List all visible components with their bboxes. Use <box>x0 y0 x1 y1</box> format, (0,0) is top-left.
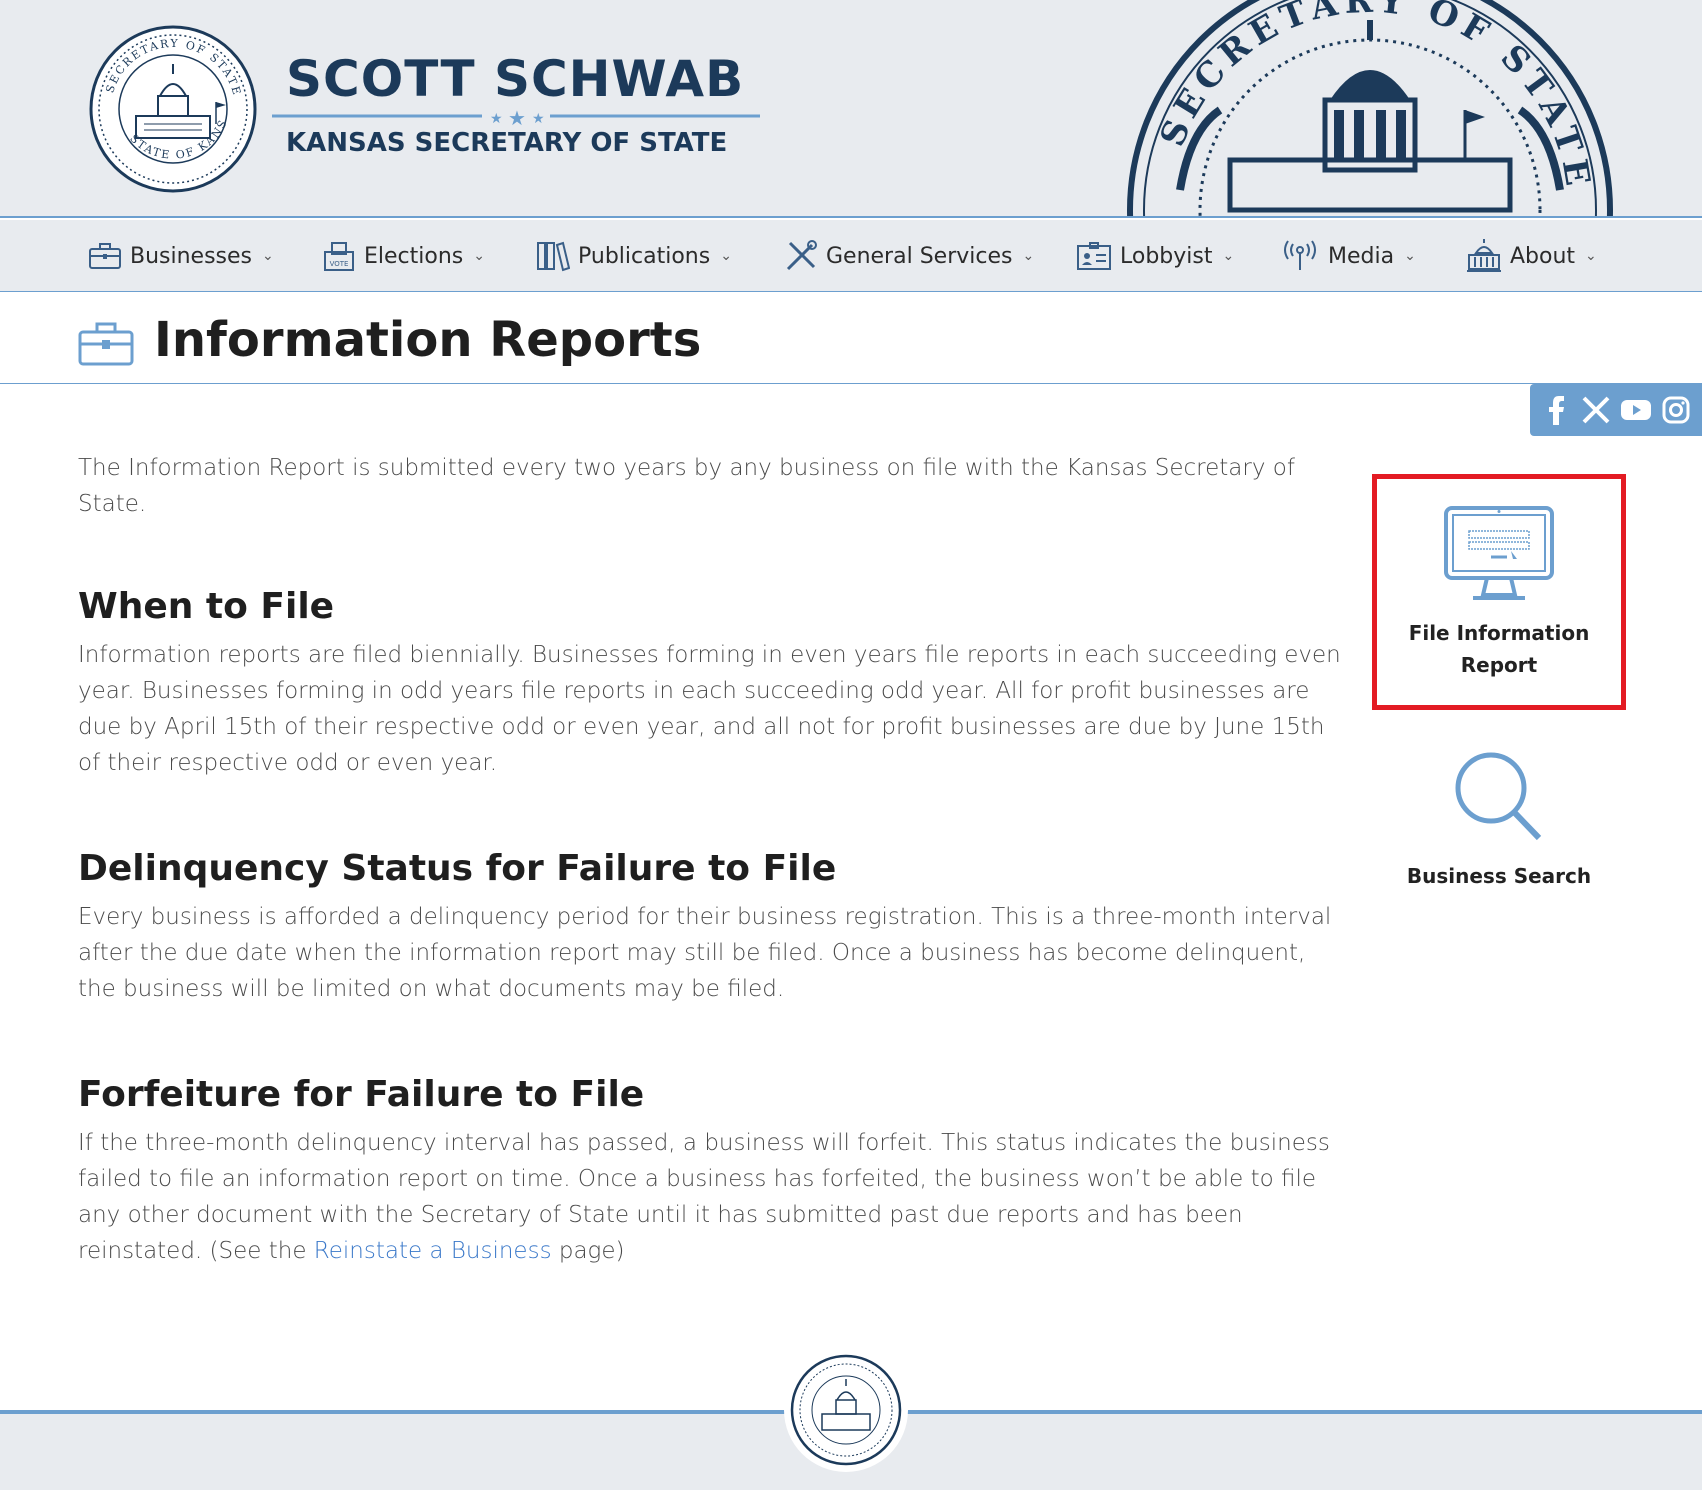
nav-elections-label: Elections <box>364 243 464 269</box>
section-body-text: If the three-month delinquency interval … <box>78 1130 1330 1264</box>
svg-text:VOTE: VOTE <box>330 260 349 268</box>
books-icon <box>537 241 570 272</box>
magnifying-glass-icon <box>1455 752 1542 841</box>
brand-name[interactable]: SCOTT SCHWAB <box>286 50 744 108</box>
brand-subtitle: KANSAS SECRETARY OF STATE <box>286 128 728 158</box>
chevron-down-icon: ⌄ <box>262 248 274 264</box>
x-icon[interactable] <box>1578 392 1614 428</box>
facebook-icon[interactable] <box>1538 392 1574 428</box>
nav-publications-label: Publications <box>578 243 711 269</box>
nav-general-services-label: General Services <box>826 243 1013 269</box>
nav-businesses[interactable]: Businesses ⌄ <box>88 220 274 292</box>
reinstate-business-link[interactable]: Reinstate a Business <box>314 1238 552 1264</box>
section-heading: Delinquency Status for Failure to File <box>78 848 837 889</box>
instagram-icon[interactable] <box>1658 392 1694 428</box>
nav-media[interactable]: Media ⌄ <box>1280 220 1416 292</box>
briefcase-icon <box>78 322 134 366</box>
nav-about-label: About <box>1510 243 1576 269</box>
chevron-down-icon: ⌄ <box>1222 248 1235 264</box>
business-search-label: Business Search <box>1406 864 1592 888</box>
section-when-to-file: When to File Information reports are fil… <box>78 586 1348 781</box>
file-information-report-button[interactable]: File Information Report <box>1372 474 1626 710</box>
section-body: If the three-month delinquency interval … <box>78 1125 1348 1269</box>
nav-about[interactable]: About ⌄ <box>1466 220 1597 292</box>
site-header: SECRETARY OF STATE STATE OF KANSAS SCOTT… <box>0 0 1702 218</box>
section-delinquency-status: Delinquency Status for Failure to File E… <box>78 848 1348 1007</box>
nav-publications[interactable]: Publications ⌄ <box>536 220 732 292</box>
chevron-down-icon: ⌄ <box>720 248 732 264</box>
business-search-button[interactable]: Business Search <box>1372 750 1626 910</box>
section-forfeiture: Forfeiture for Failure to File If the th… <box>78 1074 1348 1269</box>
nav-businesses-label: Businesses <box>130 243 253 269</box>
page-title-bar: Information Reports <box>0 292 1702 384</box>
chevron-down-icon: ⌄ <box>1585 248 1597 264</box>
broadcast-icon <box>1284 240 1316 270</box>
page-title: Information Reports <box>154 312 702 368</box>
social-links <box>1530 384 1702 436</box>
nav-media-label: Media <box>1328 243 1395 269</box>
nav-elections[interactable]: VOTE Elections ⌄ <box>322 220 485 292</box>
youtube-icon[interactable] <box>1618 392 1654 428</box>
file-information-report-label: File Information Report <box>1408 621 1590 677</box>
main-nav: Businesses ⌄ VOTE Elections ⌄ Publicatio… <box>0 220 1702 292</box>
nav-lobbyist-label: Lobbyist <box>1120 243 1213 269</box>
section-body-text-end: page) <box>551 1238 625 1264</box>
ballot-box-icon: VOTE <box>324 242 354 271</box>
nav-general-services[interactable]: General Services ⌄ <box>784 220 1034 292</box>
computer-monitor-icon <box>1444 506 1554 600</box>
nav-lobbyist[interactable]: Lobbyist ⌄ <box>1076 220 1234 292</box>
brand-divider-stars: ★ ★ ★ <box>272 106 760 126</box>
section-body: Every business is afforded a delinquency… <box>78 904 1332 1002</box>
section-heading: Forfeiture for Failure to File <box>78 1074 645 1115</box>
footer-seal-logo[interactable] <box>784 1348 908 1472</box>
chevron-down-icon: ⌄ <box>473 248 485 264</box>
svg-text:★: ★ <box>532 111 545 126</box>
chevron-down-icon: ⌄ <box>1404 248 1416 264</box>
chevron-down-icon: ⌄ <box>1022 248 1035 264</box>
capitol-icon <box>1467 239 1501 272</box>
id-badge-icon <box>1077 242 1111 270</box>
state-seal-logo[interactable]: SECRETARY OF STATE STATE OF KANSAS <box>88 24 258 194</box>
section-heading: When to File <box>78 586 335 627</box>
svg-text:★: ★ <box>508 106 526 126</box>
briefcase-icon <box>89 243 121 269</box>
tools-icon <box>786 240 817 271</box>
intro-paragraph: The Information Report is submitted ever… <box>78 455 1295 517</box>
large-seal-graphic: SECRETARY OF STATE <box>1127 0 1613 216</box>
section-body: Information reports are filed biennially… <box>78 642 1341 776</box>
svg-text:★: ★ <box>490 111 503 126</box>
